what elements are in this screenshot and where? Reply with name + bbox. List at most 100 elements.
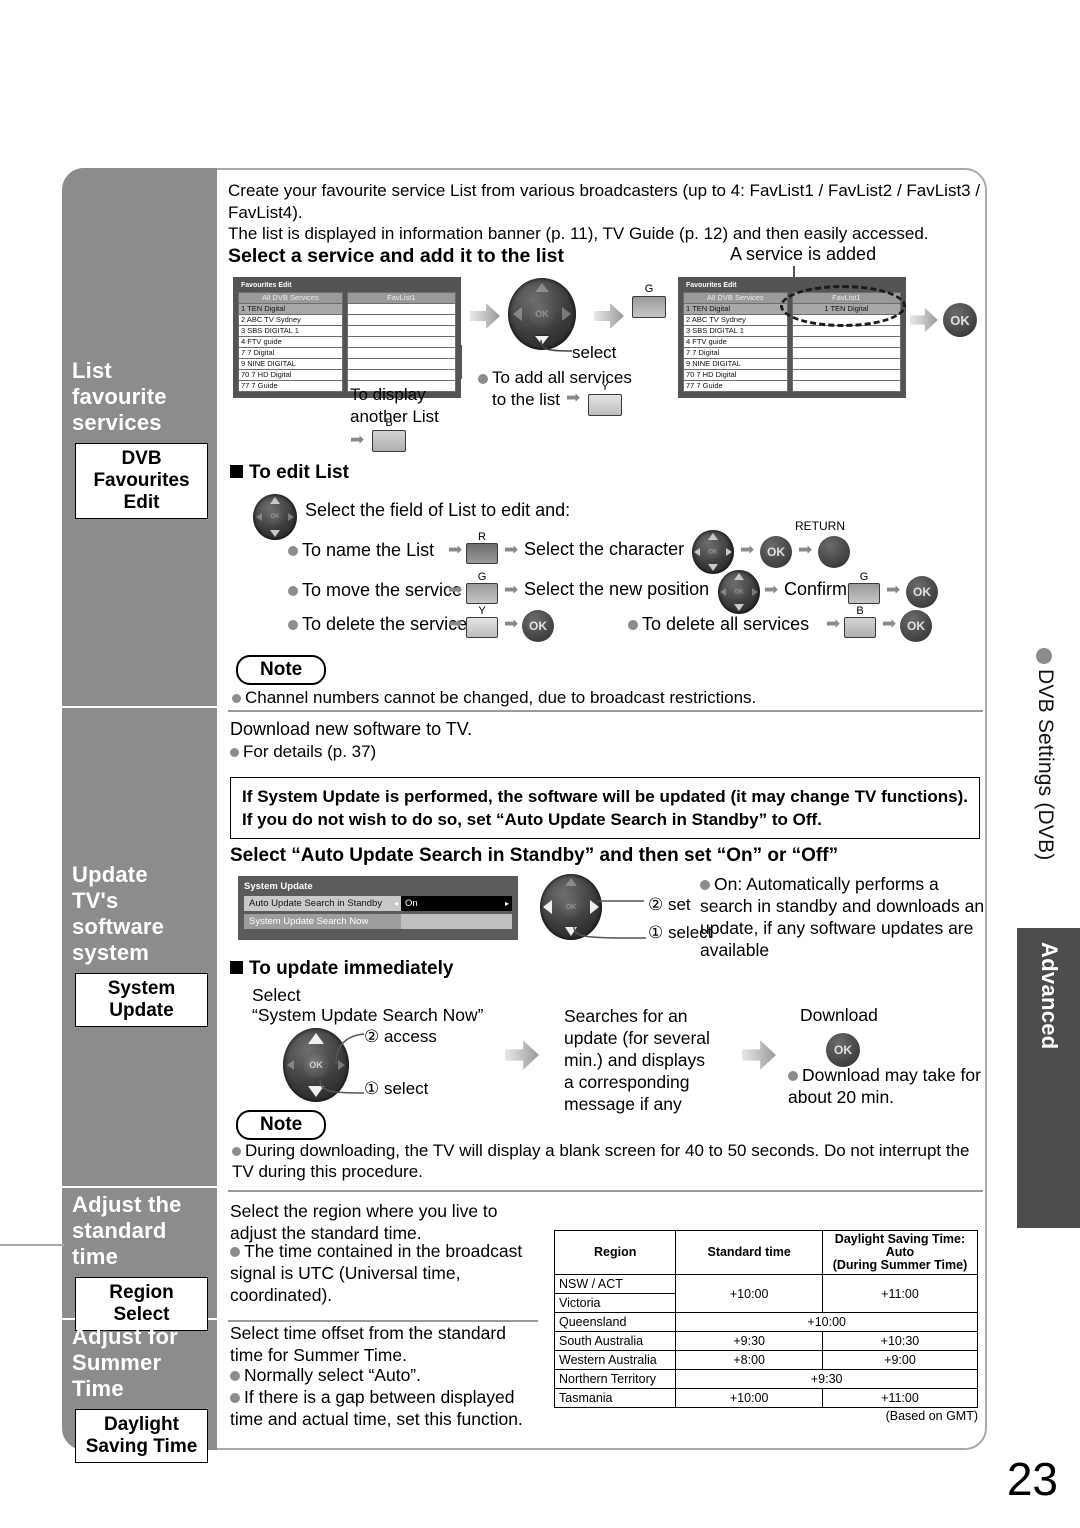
tv-row[interactable]: 3 SBS DIGITAL 1 bbox=[238, 326, 343, 337]
tv-row[interactable]: 4 FTV guide bbox=[683, 337, 788, 348]
heading-to-edit-list: To edit List bbox=[230, 462, 349, 484]
cell-region: Northern Territory bbox=[553, 1369, 677, 1389]
flow-arrow-icon bbox=[594, 303, 624, 329]
dpad-navigation-icon[interactable]: OK bbox=[718, 570, 760, 614]
dpad-left-icon bbox=[287, 1060, 294, 1070]
ok-button[interactable]: OK bbox=[943, 303, 977, 337]
color-button-green[interactable]: G bbox=[632, 283, 666, 324]
sidebar-item-adjust-summer-time[interactable]: Adjust for Summer Time Daylight Saving T… bbox=[62, 1324, 217, 1463]
tv-row[interactable]: 70 7 HD Digital bbox=[683, 370, 788, 381]
tv-row-fav[interactable] bbox=[791, 348, 901, 359]
region-intro: Select the region where you live to adju… bbox=[230, 1201, 498, 1243]
dpad-up-icon bbox=[535, 283, 549, 292]
arrow-icon: ➡ bbox=[826, 614, 841, 633]
tv-screen-title: Favourites Edit bbox=[241, 282, 292, 289]
tv-row-fav[interactable] bbox=[346, 370, 456, 381]
label-select-new-position: Select the new position bbox=[524, 579, 710, 599]
tv-row[interactable]: 77 7 Guide bbox=[238, 381, 343, 392]
label-select-character: Select the character bbox=[524, 539, 685, 559]
tv-row-fav[interactable] bbox=[346, 315, 456, 326]
tv-row-fav[interactable] bbox=[791, 337, 901, 348]
arrow-icon: ➡ bbox=[350, 430, 365, 449]
heading-text: To update immediately bbox=[249, 958, 454, 979]
label-select: select bbox=[572, 343, 617, 362]
dpad-ok-icon: OK bbox=[529, 301, 555, 327]
tv-row[interactable]: 9 NINE DIGITAL bbox=[238, 359, 343, 370]
edit-row-delete-service: To delete the service bbox=[288, 614, 467, 636]
sidebar-item-list-favourite-services[interactable]: List favourite services DVB Favourites E… bbox=[62, 358, 217, 519]
tv-row-fav[interactable] bbox=[346, 304, 456, 315]
cell-standard-time: +10:00 bbox=[675, 1274, 823, 1313]
tv-row-fav[interactable] bbox=[346, 337, 456, 348]
color-button-label: B bbox=[385, 417, 393, 429]
tv-row[interactable]: 70 7 HD Digital bbox=[238, 370, 343, 381]
cell-span-time: +10:00 bbox=[675, 1312, 978, 1332]
tv-column-header-favlist: FavList1 bbox=[346, 292, 456, 304]
tv-row-fav[interactable] bbox=[791, 359, 901, 370]
dpad-right-icon bbox=[562, 307, 571, 321]
ok-button[interactable]: OK bbox=[760, 536, 792, 568]
tv-row[interactable]: 7 7 Digital bbox=[238, 348, 343, 359]
tv-row-fav[interactable] bbox=[346, 359, 456, 370]
arrow-icon: ➡ bbox=[504, 614, 519, 633]
tab-dvb-settings[interactable]: DVB Settings (DVB) bbox=[987, 640, 1080, 920]
menu-title: System Update bbox=[244, 881, 313, 892]
color-button-label: R bbox=[478, 531, 486, 543]
section-divider bbox=[228, 710, 983, 712]
tv-row-fav[interactable] bbox=[791, 370, 901, 381]
note-text: Channel numbers cannot be changed, due t… bbox=[245, 688, 757, 707]
heading-auto-update: Select “Auto Update Search in Standby” a… bbox=[230, 845, 839, 866]
dpad-left-icon bbox=[720, 588, 726, 596]
table-row: South Australia +9:30 +10:30 bbox=[553, 1331, 979, 1351]
color-button-blue[interactable]: B bbox=[844, 605, 876, 643]
bullet-icon bbox=[288, 546, 298, 557]
note-badge-1: Note bbox=[236, 655, 327, 685]
tv-row[interactable]: 1 TEN Digital bbox=[238, 304, 343, 315]
ok-button[interactable]: OK bbox=[826, 1033, 860, 1067]
menu-row-auto-update[interactable]: Auto Update Search in Standby ◂ On ▸ bbox=[244, 896, 512, 911]
ok-button[interactable]: OK bbox=[522, 610, 554, 642]
tv-row[interactable]: 3 SBS DIGITAL 1 bbox=[683, 326, 788, 337]
tv-row-fav[interactable] bbox=[346, 348, 456, 359]
sidebar-item-update-tv-software[interactable]: Update TV's software system System Updat… bbox=[62, 862, 217, 1027]
tv-row[interactable]: 4 FTV guide bbox=[238, 337, 343, 348]
tv-row[interactable]: 9 NINE DIGITAL bbox=[683, 359, 788, 370]
tv-row[interactable]: 2 ABC TV Sydney bbox=[683, 315, 788, 326]
ok-button[interactable]: OK bbox=[900, 610, 932, 642]
tv-row-fav[interactable] bbox=[791, 381, 901, 392]
dpad-right-icon bbox=[288, 513, 294, 521]
arrow-icon: ➡ bbox=[448, 540, 463, 559]
tv-row[interactable]: 2 ABC TV Sydney bbox=[238, 315, 343, 326]
tv-row[interactable]: 7 7 Digital bbox=[683, 348, 788, 359]
return-button[interactable] bbox=[818, 536, 850, 568]
dpad-navigation-icon[interactable]: OK bbox=[253, 494, 297, 540]
ok-button[interactable]: OK bbox=[906, 576, 938, 608]
cell-region: Western Australia bbox=[553, 1350, 677, 1370]
bullet-icon bbox=[628, 620, 638, 631]
dpad-navigation-icon[interactable]: OK bbox=[692, 530, 734, 574]
label-step-select: ① select bbox=[364, 1079, 429, 1098]
table-row: Queensland +10:00 bbox=[553, 1312, 978, 1332]
menu-row-label: System Update Search Now bbox=[244, 914, 401, 929]
color-button-red[interactable]: R bbox=[466, 531, 498, 569]
menu-row-value: ◂ On ▸ bbox=[394, 896, 512, 911]
sidebar-item-adjust-standard-time[interactable]: Adjust the standard time Region Select bbox=[62, 1192, 217, 1331]
tv-row-fav[interactable] bbox=[346, 326, 456, 337]
color-button-yellow[interactable]: Y bbox=[466, 605, 498, 643]
flow-arrow-icon bbox=[910, 308, 938, 332]
arrow-icon: ➡ bbox=[886, 580, 901, 599]
tv-row[interactable]: 77 7 Guide bbox=[683, 381, 788, 392]
tab-advanced[interactable]: Advanced bbox=[1017, 928, 1080, 1228]
color-button-blue[interactable]: B bbox=[372, 417, 406, 458]
tab-dvb-settings-label: DVB Settings (DVB) bbox=[964, 648, 1057, 928]
intro-line-2: The list is displayed in information ban… bbox=[228, 224, 929, 243]
tv-row[interactable]: 1 TEN Digital bbox=[683, 304, 788, 315]
leader-curve bbox=[540, 339, 573, 352]
edit-row-name-list: To name the List bbox=[288, 540, 434, 562]
tv-screen-favourites-before: Favourites Edit All DVB Services 1 TEN D… bbox=[233, 277, 461, 398]
color-button-yellow[interactable]: Y bbox=[588, 381, 622, 422]
menu-row-search-now[interactable]: System Update Search Now bbox=[244, 914, 512, 929]
heading-select-service: Select a service and add it to the list bbox=[228, 245, 564, 267]
label-select-field: Select the field of List to edit and: bbox=[305, 500, 571, 520]
tv-row-fav[interactable] bbox=[791, 326, 901, 337]
